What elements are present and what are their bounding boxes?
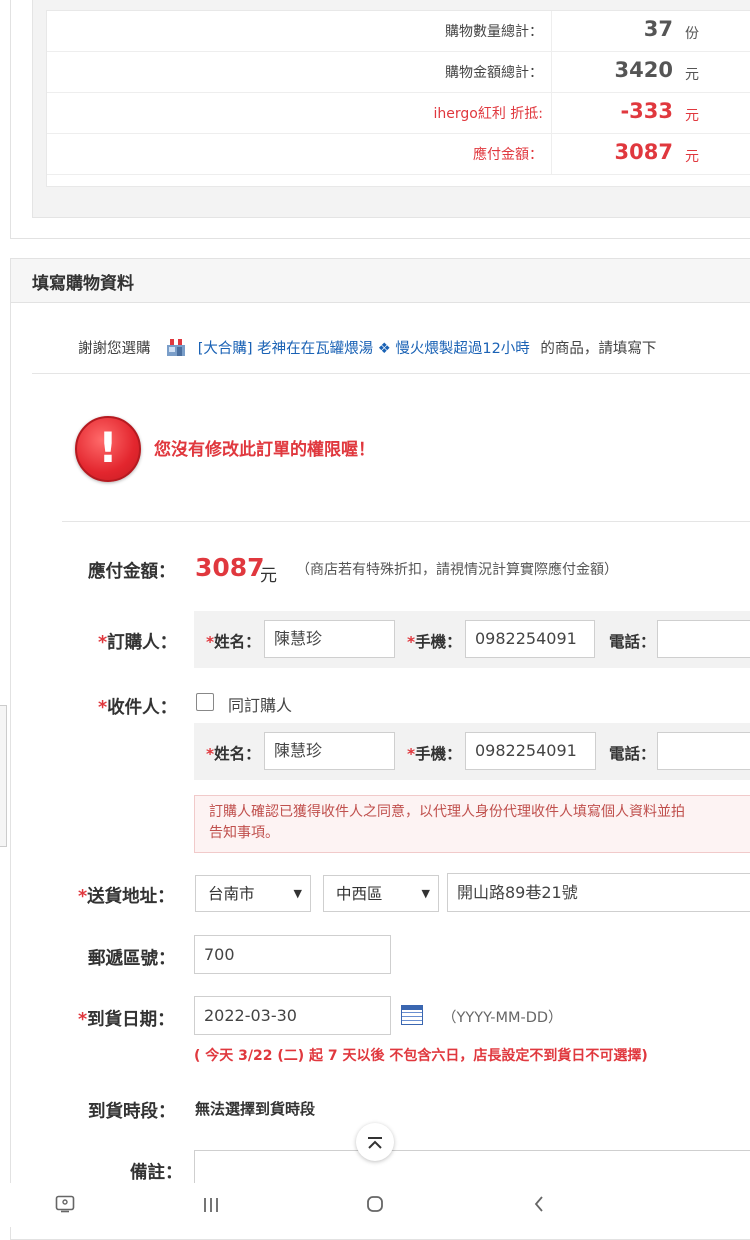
district-select[interactable]: 中西區 ▼ [323, 875, 439, 912]
dropdown-arrow-icon: ▼ [421, 887, 430, 900]
pay-note: （商店若有特殊折扣，請視情況計算實際應付金額） [296, 562, 618, 578]
summary-row-quantity: 購物數量總計： 37 份 [47, 11, 750, 52]
receiver-name-label: *姓名： [206, 745, 261, 763]
pay-unit: 元 [260, 566, 277, 586]
scroll-to-top-button[interactable] [356, 1123, 394, 1161]
recent-apps-icon[interactable] [203, 1197, 219, 1216]
screenshot-icon[interactable] [55, 1195, 75, 1217]
city-select[interactable]: 台南市 ▼ [195, 875, 311, 912]
summary-row-bonus: ihergo紅利 折抵: -333 元 [47, 93, 750, 134]
arrival-date-warning: ( 今天 3/22 (二) 起 7 天以後 不包含六日，店長設定不到貨日不可選擇… [194, 1048, 648, 1064]
summary-unit: 元 [685, 108, 699, 124]
divider [32, 373, 750, 374]
summary-unit: 元 [685, 149, 699, 165]
summary-unit: 份 [685, 26, 699, 42]
receiver-phone-label: 電話： [609, 745, 656, 763]
receiver-name-input[interactable]: 陳慧珍 [264, 732, 395, 770]
summary-value: 3087 [614, 140, 673, 164]
orderer-name-input[interactable]: 陳慧珍 [264, 620, 395, 658]
consent-notice-line: 訂購人確認已獲得收件人之同意，以代理人身份代理收件人填寫個人資料並拍 [209, 804, 685, 820]
address-label: *送貨地址： [78, 887, 175, 907]
consent-notice-line: 告知事項。 [209, 825, 279, 841]
order-summary-table: 購物數量總計： 37 份 購物金額總計： 3420 元 ihergo紅利 折抵:… [46, 10, 750, 187]
summary-label: ihergo紅利 折抵: [433, 106, 543, 122]
orderer-label: *訂購人： [98, 633, 178, 653]
orderer-mobile-input[interactable]: 0982254091 [465, 620, 595, 658]
arrival-date-label: *到貨日期： [78, 1010, 175, 1030]
summary-label: 購物數量總計： [445, 24, 543, 40]
receiver-phone-input[interactable] [657, 732, 750, 770]
remark-label: 備註： [130, 1163, 183, 1183]
summary-label: 應付金額： [473, 147, 543, 163]
summary-label: 購物金額總計： [445, 65, 543, 81]
city-select-value: 台南市 [208, 885, 255, 903]
orderer-phone-input[interactable] [657, 620, 750, 658]
summary-value: 3420 [614, 58, 673, 82]
summary-value: 37 [643, 17, 673, 41]
orderer-phone-label: 電話： [609, 633, 656, 651]
district-select-value: 中西區 [336, 885, 383, 903]
error-message: 您沒有修改此訂單的權限喔！ [154, 440, 375, 460]
receiver-mobile-label: *手機： [407, 745, 462, 763]
consent-notice: 訂購人確認已獲得收件人之同意，以代理人身份代理收件人填寫個人資料並拍 告知事項。 [194, 795, 750, 853]
receiver-label: *收件人： [98, 698, 178, 718]
summary-value: -333 [620, 99, 673, 123]
calendar-icon-header [401, 1005, 423, 1010]
street-input[interactable]: 開山路89巷21號 [447, 873, 750, 912]
home-icon[interactable] [367, 1196, 383, 1216]
time-slot-label: 到貨時段： [88, 1102, 176, 1122]
dropdown-arrow-icon: ▼ [293, 887, 302, 900]
pay-label: 應付金額： [88, 562, 176, 582]
thanks-prefix: 謝謝您選購 [78, 341, 151, 357]
product-link[interactable]: [大合購] 老神在在瓦罐煨湯 ❖ 慢火煨製超過12小時 [198, 341, 530, 357]
thanks-suffix: 的商品，請填寫下 [540, 341, 657, 357]
pay-amount: 3087 [195, 553, 265, 582]
summary-row-total: 購物金額總計： 3420 元 [47, 52, 750, 93]
chevron-up-icon [366, 1130, 384, 1154]
summary-unit: 元 [685, 67, 699, 83]
arrival-date-input[interactable]: 2022-03-30 [194, 996, 391, 1035]
thanks-message: 謝謝您選購 [大合購] 老神在在瓦罐煨湯 ❖ 慢火煨製超過12小時 的商品，請填… [78, 337, 656, 358]
side-drawer-handle[interactable] [0, 705, 7, 847]
orderer-name-label: *姓名： [206, 633, 261, 651]
exclamation-icon: ! [75, 416, 141, 482]
back-icon[interactable] [533, 1196, 545, 1216]
same-as-orderer-checkbox[interactable] [196, 693, 214, 711]
summary-row-payable: 應付金額： 3087 元 [47, 134, 750, 175]
receiver-mobile-input[interactable]: 0982254091 [465, 732, 596, 770]
time-slot-value: 無法選擇到貨時段 [195, 1100, 316, 1118]
postal-input[interactable]: 700 [194, 935, 391, 974]
date-format-hint: （YYYY-MM-DD） [442, 1010, 563, 1026]
orderer-mobile-label: *手機： [407, 633, 462, 651]
shop-icon [165, 337, 187, 357]
divider [62, 521, 750, 522]
same-as-orderer-label[interactable]: 同訂購人 [228, 692, 292, 716]
page-title: 填寫購物資料 [32, 274, 134, 294]
postal-label: 郵遞區號： [88, 949, 176, 969]
